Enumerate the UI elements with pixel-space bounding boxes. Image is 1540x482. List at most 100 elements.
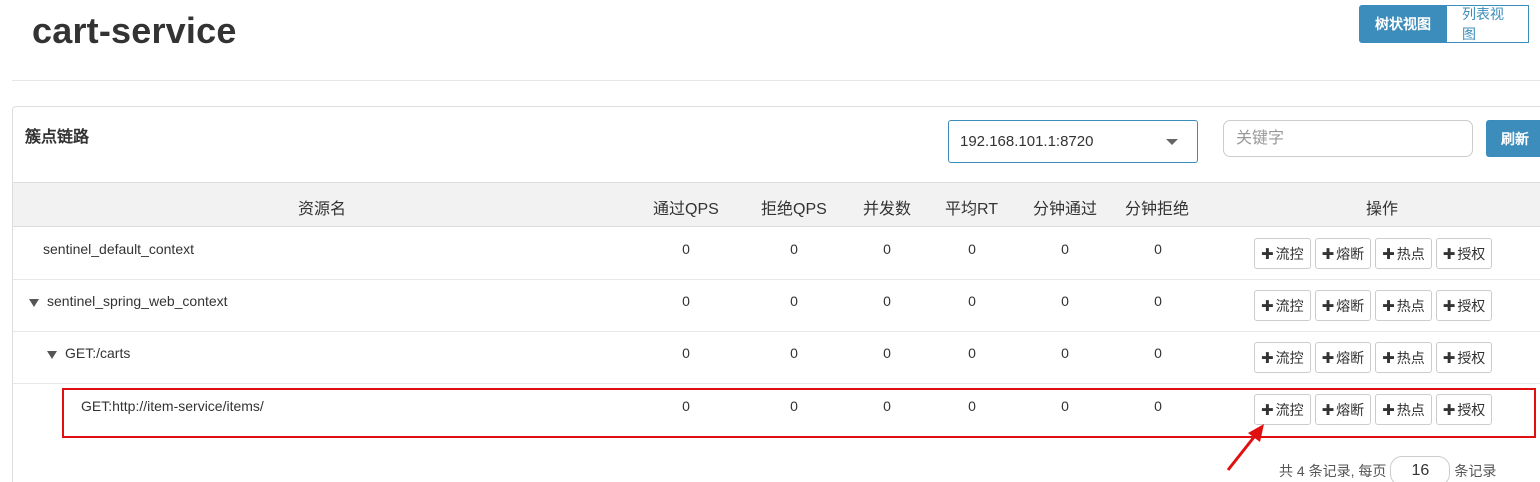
row-actions: ✚ 流控 ✚ 熔断 ✚ 热点 ✚ 授权: [1254, 290, 1496, 321]
hot-param-rule-button[interactable]: ✚ 热点: [1375, 238, 1432, 269]
row-actions: ✚ 流控 ✚ 熔断 ✚ 热点 ✚ 授权: [1254, 394, 1496, 425]
plus-icon: ✚: [1382, 245, 1395, 263]
minute-block-cell: 0: [1154, 398, 1162, 414]
plus-icon: ✚: [1382, 349, 1395, 367]
resource-name: GET:http://item-service/items/: [81, 398, 264, 414]
pagination-total-text: 共 4 条记录, 每页: [1279, 463, 1387, 479]
degrade-label: 熔断: [1336, 401, 1365, 418]
page-title: cart-service: [32, 10, 237, 51]
auth-label: 授权: [1457, 349, 1486, 366]
threads-cell: 0: [883, 293, 891, 309]
degrade-rule-button[interactable]: ✚ 熔断: [1314, 394, 1372, 425]
red-arrow-icon: [1226, 424, 1264, 471]
plus-icon: ✚: [1442, 349, 1456, 367]
hot-label: 热点: [1396, 349, 1425, 366]
pass-qps-cell: 0: [682, 345, 690, 361]
resource-name: sentinel_default_context: [43, 241, 194, 257]
header-pass-qps: 通过QPS: [653, 201, 719, 218]
list-view-button[interactable]: 列表视图: [1447, 5, 1529, 43]
pass-qps-cell: 0: [682, 293, 690, 309]
resource-name: sentinel_spring_web_context: [47, 293, 228, 309]
block-qps-cell: 0: [790, 345, 798, 361]
flow-rule-button[interactable]: ✚ 流控: [1254, 238, 1311, 269]
header-divider: [12, 80, 1540, 81]
page-size-input[interactable]: [1390, 456, 1451, 482]
auth-rule-button[interactable]: ✚ 授权: [1435, 394, 1493, 425]
plus-icon: ✚: [1382, 297, 1395, 315]
resource-panel: 簇点链路 192.168.101.1:8720 刷新 资源名 通过QPS 拒绝Q…: [12, 106, 1540, 482]
flow-rule-button[interactable]: ✚ 流控: [1254, 290, 1311, 321]
threads-cell: 0: [883, 398, 891, 414]
header-avg-rt: 平均RT: [945, 201, 999, 218]
block-qps-cell: 0: [790, 241, 798, 257]
auth-rule-button[interactable]: ✚ 授权: [1435, 290, 1493, 321]
view-toggle: 树状视图 列表视图: [1359, 5, 1529, 43]
auth-label: 授权: [1457, 297, 1486, 314]
avg-rt-cell: 0: [968, 293, 976, 309]
degrade-rule-button[interactable]: ✚ 熔断: [1314, 342, 1372, 373]
pagination: 共 4 条记录, 每页 条记录: [1279, 456, 1496, 482]
plus-icon: ✚: [1261, 401, 1274, 419]
plus-icon: ✚: [1261, 349, 1274, 367]
hot-label: 热点: [1396, 297, 1425, 314]
minute-pass-cell: 0: [1061, 293, 1069, 309]
block-qps-cell: 0: [790, 398, 798, 414]
hot-param-rule-button[interactable]: ✚ 热点: [1375, 290, 1432, 321]
threads-cell: 0: [883, 241, 891, 257]
avg-rt-cell: 0: [968, 345, 976, 361]
pass-qps-cell: 0: [682, 241, 690, 257]
degrade-label: 熔断: [1336, 297, 1365, 314]
auth-rule-button[interactable]: ✚ 授权: [1435, 342, 1493, 373]
plus-icon: ✚: [1321, 401, 1335, 419]
table-row: sentinel_spring_web_context 0 0 0 0 0 0 …: [13, 280, 1540, 332]
header-resource: 资源名: [298, 201, 347, 218]
plus-icon: ✚: [1442, 401, 1456, 419]
flow-label: 流控: [1275, 349, 1304, 366]
table-header: 资源名 通过QPS 拒绝QPS 并发数 平均RT 分钟通过 分钟拒绝 操作: [13, 182, 1540, 227]
auth-rule-button[interactable]: ✚ 授权: [1435, 238, 1493, 269]
collapse-triangle-icon[interactable]: [47, 351, 57, 359]
panel-title: 簇点链路: [25, 129, 90, 146]
plus-icon: ✚: [1321, 245, 1335, 263]
hot-param-rule-button[interactable]: ✚ 热点: [1375, 342, 1432, 373]
plus-icon: ✚: [1261, 245, 1274, 263]
flow-label: 流控: [1275, 401, 1304, 418]
degrade-rule-button[interactable]: ✚ 熔断: [1314, 238, 1372, 269]
flow-rule-button[interactable]: ✚ 流控: [1254, 342, 1311, 373]
tree-view-button[interactable]: 树状视图: [1359, 5, 1447, 43]
machine-select-value: 192.168.101.1:8720: [960, 133, 1094, 150]
degrade-label: 熔断: [1336, 245, 1365, 262]
machine-select[interactable]: 192.168.101.1:8720: [948, 120, 1198, 163]
keyword-search-input[interactable]: [1223, 120, 1473, 157]
resource-name-cell: sentinel_spring_web_context: [29, 293, 228, 309]
minute-pass-cell: 0: [1061, 345, 1069, 361]
table-row: GET:/carts 0 0 0 0 0 0 ✚ 流控 ✚ 熔断 ✚ 热点 ✚ 授权: [13, 332, 1540, 384]
degrade-rule-button[interactable]: ✚ 熔断: [1314, 290, 1372, 321]
minute-block-cell: 0: [1154, 293, 1162, 309]
header-block-qps: 拒绝QPS: [761, 201, 827, 218]
threads-cell: 0: [883, 345, 891, 361]
hot-param-rule-button[interactable]: ✚ 热点: [1375, 394, 1432, 425]
refresh-button[interactable]: 刷新: [1486, 120, 1540, 157]
hot-label: 热点: [1396, 245, 1425, 262]
plus-icon: ✚: [1382, 401, 1395, 419]
resource-name: GET:/carts: [65, 345, 131, 361]
pass-qps-cell: 0: [682, 398, 690, 414]
header-operations: 操作: [1366, 201, 1399, 218]
collapse-triangle-icon[interactable]: [29, 299, 39, 307]
minute-pass-cell: 0: [1061, 398, 1069, 414]
table-row: GET:http://item-service/items/ 0 0 0 0 0…: [13, 384, 1540, 436]
pagination-suffix-text: 条记录: [1454, 463, 1497, 479]
flow-label: 流控: [1275, 297, 1304, 314]
flow-label: 流控: [1275, 245, 1304, 262]
header-minute-block: 分钟拒绝: [1125, 201, 1190, 218]
degrade-label: 熔断: [1336, 349, 1365, 366]
block-qps-cell: 0: [790, 293, 798, 309]
plus-icon: ✚: [1442, 297, 1456, 315]
row-actions: ✚ 流控 ✚ 熔断 ✚ 热点 ✚ 授权: [1254, 342, 1496, 373]
auth-label: 授权: [1457, 401, 1486, 418]
table-row: sentinel_default_context 0 0 0 0 0 0 ✚ 流控…: [13, 228, 1540, 280]
plus-icon: ✚: [1321, 349, 1335, 367]
hot-label: 热点: [1396, 401, 1425, 418]
minute-block-cell: 0: [1154, 241, 1162, 257]
